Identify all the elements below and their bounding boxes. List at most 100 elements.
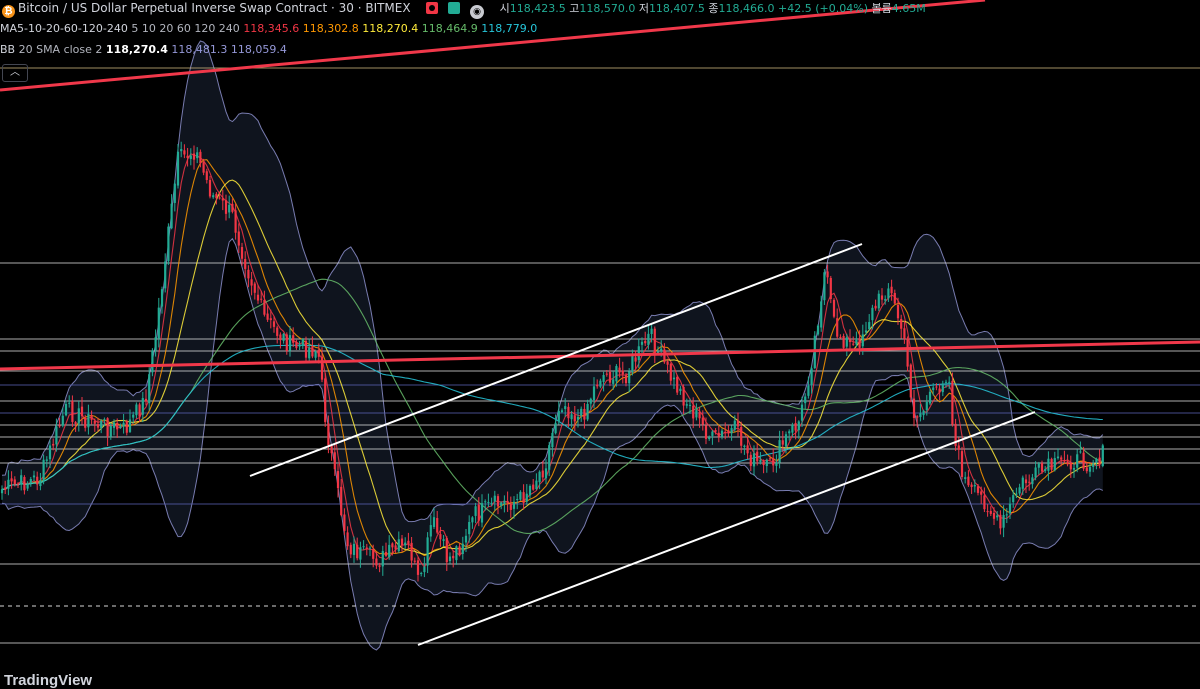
- candle-body: [1053, 458, 1056, 471]
- candle-body: [717, 432, 720, 437]
- candle-body: [624, 375, 628, 384]
- candle-body: [666, 361, 669, 365]
- candle-body: [679, 388, 682, 392]
- candle-body: [858, 338, 861, 348]
- candle-body: [298, 345, 301, 347]
- candle-body: [119, 425, 122, 428]
- candle-body: [138, 404, 141, 417]
- candle-body: [244, 259, 247, 269]
- record-icon[interactable]: [426, 2, 439, 14]
- candle-body: [727, 430, 730, 434]
- ma-legend[interactable]: MA5-10-20-60-120-240 5 10 20 60 120 240 …: [0, 22, 537, 36]
- candle-body: [621, 370, 624, 375]
- candle-body: [224, 200, 228, 214]
- candle-body: [688, 404, 692, 406]
- candle-body: [365, 547, 368, 549]
- candle-body: [928, 391, 932, 404]
- candle-body: [1028, 481, 1031, 483]
- candle-body: [660, 348, 663, 351]
- candle-body: [500, 502, 503, 506]
- candle-body: [980, 491, 983, 495]
- candle-body: [596, 384, 599, 387]
- candle-body: [704, 425, 708, 439]
- candle-body: [74, 422, 77, 424]
- price-change: +42.5 (+0.04%): [778, 2, 868, 15]
- ohlc-low-value: 118,407.5: [648, 2, 705, 15]
- candle-body: [327, 423, 330, 446]
- candle-body: [797, 421, 800, 431]
- volume-value: 4.65M: [891, 2, 926, 15]
- candle-body: [996, 515, 999, 518]
- candle-body: [4, 487, 7, 490]
- bb-legend[interactable]: BB 20 SMA close 2 118,270.4 118,481.3 11…: [0, 43, 287, 57]
- candle-body: [0, 489, 4, 494]
- candle-body: [775, 462, 778, 466]
- chevron-up-icon[interactable]: ︿: [2, 64, 28, 82]
- candle-body: [234, 210, 237, 233]
- candle-body: [317, 349, 320, 357]
- candle-body: [157, 307, 160, 339]
- candle-body: [13, 479, 16, 485]
- symbol-header: ₿ Bitcoin / US Dollar Perpetual Inverse S…: [0, 1, 926, 19]
- candle-body: [477, 504, 480, 521]
- candle-body: [240, 247, 244, 259]
- candle-body: [52, 443, 55, 446]
- candle-body: [986, 511, 989, 513]
- candle-body: [919, 413, 922, 417]
- candle-body: [484, 501, 487, 503]
- candle-body: [372, 549, 375, 559]
- candle-body: [541, 470, 544, 478]
- candle-body: [794, 423, 797, 431]
- eye-icon[interactable]: ◉: [470, 5, 485, 19]
- price-chart[interactable]: [0, 0, 1200, 681]
- candle-body: [951, 380, 954, 425]
- candle-body: [381, 551, 384, 567]
- candle-body: [573, 415, 576, 422]
- candle-body: [135, 404, 138, 416]
- candle-body: [404, 542, 407, 546]
- candle-body: [772, 458, 775, 466]
- candle-body: [916, 416, 919, 418]
- candle-body: [397, 539, 400, 552]
- candle-body: [1088, 466, 1092, 472]
- candle-body: [1066, 461, 1069, 465]
- candle-body: [880, 295, 884, 300]
- candle-body: [576, 416, 580, 420]
- candle-body: [685, 404, 688, 406]
- candle-body: [784, 434, 788, 447]
- candle-body: [1069, 462, 1072, 470]
- candle-body: [68, 402, 71, 404]
- candle-body: [250, 279, 253, 286]
- candle-body: [493, 495, 496, 502]
- candle-body: [957, 445, 960, 450]
- candle-body: [884, 299, 887, 301]
- candle-body: [768, 458, 772, 460]
- candle-body: [628, 371, 631, 384]
- candle-body: [333, 452, 336, 470]
- candle-body: [154, 337, 157, 351]
- candle-body: [388, 544, 391, 558]
- candle-body: [554, 423, 557, 434]
- candle-body: [496, 496, 500, 507]
- candle-body: [445, 538, 448, 563]
- candle-body: [842, 335, 845, 348]
- candle-body: [647, 333, 650, 345]
- market-status-icon[interactable]: [448, 2, 461, 14]
- candle-body: [535, 480, 538, 490]
- candle-body: [528, 485, 532, 496]
- candle-body: [474, 506, 477, 516]
- candle-body: [71, 400, 74, 422]
- candle-body: [944, 381, 948, 383]
- candle-body: [599, 380, 602, 387]
- candle-body: [845, 337, 848, 347]
- candle-body: [196, 152, 199, 159]
- symbol-title[interactable]: Bitcoin / US Dollar Perpetual Inverse Sw…: [18, 1, 411, 15]
- candle-body: [407, 540, 410, 544]
- candle-body: [512, 501, 516, 509]
- candle-body: [567, 406, 570, 419]
- candle-body: [45, 459, 48, 461]
- candle-body: [429, 525, 432, 537]
- bb-basis-value: 118,270.4: [105, 43, 168, 56]
- candle-body: [532, 484, 535, 490]
- candle-body: [77, 408, 80, 424]
